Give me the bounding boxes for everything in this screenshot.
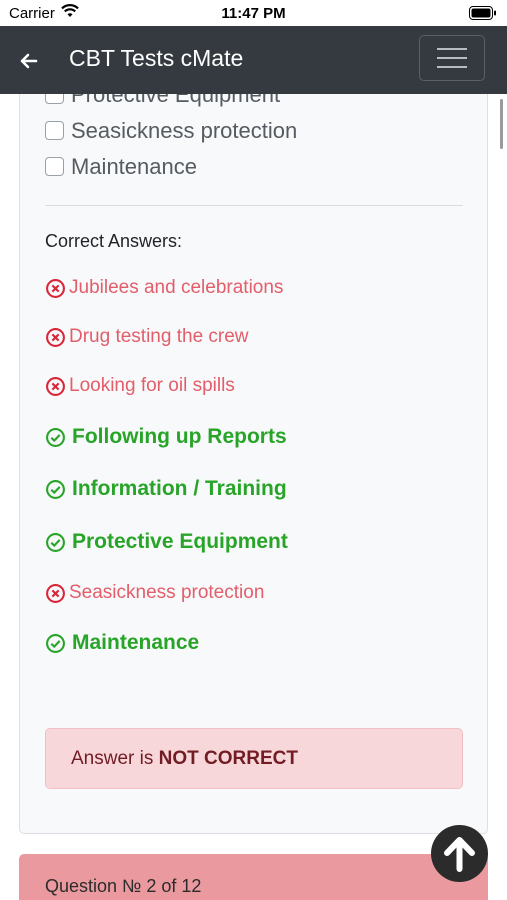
answer-item: Maintenance bbox=[45, 631, 199, 655]
answer-item: Seasickness protection bbox=[45, 582, 264, 604]
correct-answers-heading: Correct Answers: bbox=[45, 231, 183, 251]
status-bar: Carrier 11:47 PM bbox=[0, 0, 507, 26]
check-circle-icon bbox=[46, 427, 65, 447]
battery-icon bbox=[469, 6, 496, 20]
wrong-icon bbox=[46, 583, 65, 603]
app-title: CBT Tests cMate bbox=[69, 45, 244, 71]
option-protective-equipment[interactable]: Protective Equipment bbox=[45, 94, 280, 108]
result-text: Answer is NOT CORRECT bbox=[71, 748, 298, 770]
wrong-icon bbox=[46, 278, 65, 298]
menu-bar-icon bbox=[437, 66, 467, 68]
app-navbar: CBT Tests cMate bbox=[0, 26, 507, 94]
result-prefix: Answer is bbox=[71, 748, 159, 769]
checkbox[interactable] bbox=[45, 120, 64, 140]
checkbox[interactable] bbox=[45, 156, 64, 176]
answer-item: Jubilees and celebrations bbox=[45, 277, 283, 299]
option-label: Maintenance bbox=[71, 154, 197, 179]
result-alert: Answer is NOT CORRECT bbox=[45, 728, 463, 789]
hamburger-menu-button[interactable] bbox=[419, 35, 485, 81]
answer-item: Following up Reports bbox=[45, 425, 287, 449]
answer-item: Information / Training bbox=[45, 477, 287, 501]
question-number: Question № 2 of 12 bbox=[45, 876, 202, 896]
answer-label: Protective Equipment bbox=[72, 530, 288, 553]
content-scroll-area[interactable]: Protective Equipment Seasickness protect… bbox=[0, 94, 507, 900]
back-arrow-icon[interactable] bbox=[14, 46, 44, 76]
wrong-icon bbox=[46, 376, 65, 396]
divider bbox=[45, 205, 463, 206]
answer-item: Drug testing the crew bbox=[45, 326, 249, 348]
check-circle-icon bbox=[46, 532, 65, 552]
option-label: Protective Equipment bbox=[71, 94, 281, 107]
option-maintenance[interactable]: Maintenance bbox=[45, 154, 197, 180]
option-label: Seasickness protection bbox=[71, 118, 298, 143]
wrong-icon bbox=[46, 327, 65, 347]
answer-label: Drug testing the crew bbox=[69, 326, 249, 347]
scrollbar[interactable] bbox=[500, 99, 503, 149]
answer-label: Seasickness protection bbox=[69, 582, 265, 603]
result-verdict: NOT CORRECT bbox=[158, 748, 298, 769]
clock: 11:47 PM bbox=[221, 5, 286, 22]
option-seasickness-protection[interactable]: Seasickness protection bbox=[45, 118, 297, 144]
answer-label: Maintenance bbox=[72, 631, 200, 654]
answer-label: Information / Training bbox=[72, 477, 287, 500]
question-header[interactable]: Question № 2 of 12 bbox=[19, 854, 488, 900]
checkbox[interactable] bbox=[45, 94, 64, 104]
menu-bar-icon bbox=[437, 57, 467, 59]
answer-item: Looking for oil spills bbox=[45, 375, 235, 397]
check-circle-icon bbox=[46, 479, 65, 499]
answer-item: Protective Equipment bbox=[45, 530, 288, 554]
answer-label: Jubilees and celebrations bbox=[69, 277, 284, 298]
arrow-up-icon bbox=[444, 837, 475, 872]
answer-label: Following up Reports bbox=[72, 425, 287, 448]
check-circle-icon bbox=[46, 633, 65, 653]
answer-label: Looking for oil spills bbox=[69, 375, 235, 396]
scroll-to-top-button[interactable] bbox=[431, 825, 488, 882]
menu-bar-icon bbox=[437, 48, 467, 50]
